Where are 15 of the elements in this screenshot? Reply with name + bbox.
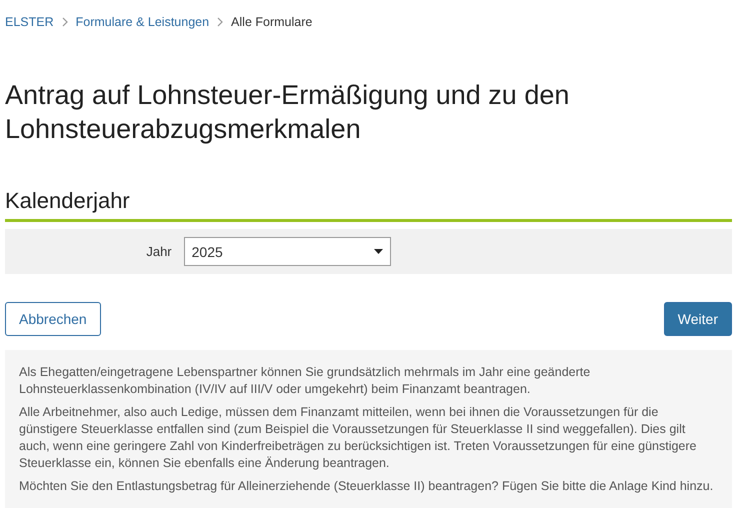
info-paragraph: Als Ehegatten/eingetragene Lebenspartner können Sie grundsätzlich mehrmals im Jahr eine geänderte Lohnsteuerklassenkombination (IV/IV auf III/V oder umgekehrt) beim Finanzamt beantragen. [19, 364, 592, 398]
page-title: Antrag auf Lohnsteuer-Ermäßigung und zu den Lohnsteuerabzugsmerkmalen [5, 79, 570, 146]
chevron-right-icon [216, 17, 224, 27]
info-paragraph: Alle Arbeitnehmer, also auch Ledige, müssen dem Finanzamt mitteilen, wenn bei ihnen die Voraussetzungen für die günstigere Steuerklasse entfallen sind (zum Beispiel die Voraussetzungen für Steuerklasse II sind weggefallen). Dies gilt auch, wenn eine geringere Zahl von Kinderfreibeträgen zu berücksichtigen ist. Treten Voraussetzungen für eine günstigere Steuerklasse ein, können Sie ebenfalls eine Änderung beantragen. [19, 404, 698, 472]
cancel-button[interactable]: Abbrechen [5, 302, 101, 336]
chevron-right-icon [60, 17, 69, 27]
breadcrumb-link[interactable]: Formulare & Leistungen [76, 15, 210, 29]
field-label: Jahr [146, 244, 172, 259]
caret-down-icon [374, 249, 383, 254]
info-paragraph: Möchten Sie den Entlastungsbetrag für Alleinerziehende (Steuerklasse II) beantragen? Fügen Sie bitte die Anlage Kind hinzu. [19, 478, 714, 495]
next-button[interactable]: Weiter [664, 302, 732, 336]
breadcrumb-current: Alle Formulare [231, 15, 312, 29]
breadcrumb-link[interactable]: ELSTER [5, 15, 54, 29]
section-heading: Kalenderjahr [5, 188, 732, 222]
year-select[interactable]: 2025 [184, 237, 391, 266]
